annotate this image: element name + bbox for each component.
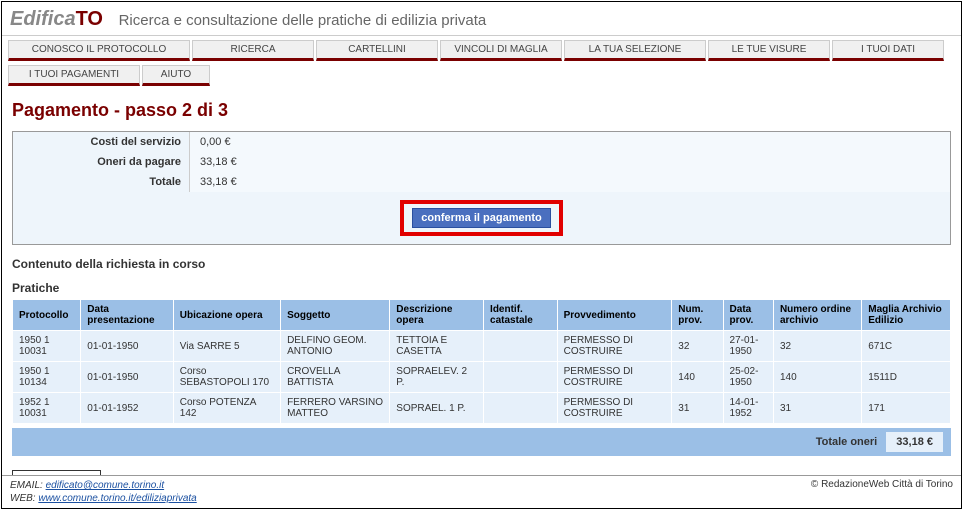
header: EdificaTO Ricerca e consultazione delle … bbox=[2, 2, 961, 36]
table-cell: 671C bbox=[862, 331, 951, 362]
total-row: Totale oneri 33,18 € bbox=[12, 428, 951, 456]
th-ubicazione: Ubicazione opera bbox=[173, 300, 280, 331]
th-dataprov: Data prov. bbox=[723, 300, 773, 331]
th-maglia: Maglia Archivio Edilizio bbox=[862, 300, 951, 331]
table-cell: 31 bbox=[773, 393, 861, 424]
cost-value-oneri: 33,18 € bbox=[190, 152, 951, 172]
table-cell: Corso POTENZA 142 bbox=[173, 393, 280, 424]
menu-cartellini[interactable]: CARTELLINI bbox=[316, 40, 438, 61]
table-cell: 27-01-1950 bbox=[723, 331, 773, 362]
table-cell: 01-01-1950 bbox=[81, 362, 173, 393]
table-cell: 32 bbox=[773, 331, 861, 362]
th-numarchivio: Numero ordine archivio bbox=[773, 300, 861, 331]
table-cell: 14-01-1952 bbox=[723, 393, 773, 424]
table-cell: Via SARRE 5 bbox=[173, 331, 280, 362]
th-catastale: Identif. catastale bbox=[484, 300, 558, 331]
pratiche-table: Protocollo Data presentazione Ubicazione… bbox=[12, 299, 951, 424]
th-descrizione: Descrizione opera bbox=[390, 300, 484, 331]
logo-grey: Edifica bbox=[10, 8, 76, 30]
th-data: Data presentazione bbox=[81, 300, 173, 331]
th-numprov: Num. prov. bbox=[672, 300, 723, 331]
footer-web-label: WEB: bbox=[10, 493, 36, 504]
footer-email-link[interactable]: edificato@comune.torino.it bbox=[46, 480, 165, 491]
table-cell: SOPRAEL. 1 P. bbox=[390, 393, 484, 424]
table-cell bbox=[484, 331, 558, 362]
table-cell: 140 bbox=[672, 362, 723, 393]
menu-dati[interactable]: I TUOI DATI bbox=[832, 40, 944, 61]
total-label: Totale oneri bbox=[816, 436, 878, 448]
th-soggetto: Soggetto bbox=[281, 300, 390, 331]
table-cell: FERRERO VARSINO MATTEO bbox=[281, 393, 390, 424]
footer-email-label: EMAIL: bbox=[10, 480, 43, 491]
table-cell: DELFINO GEOM. ANTONIO bbox=[281, 331, 390, 362]
logo: EdificaTO bbox=[10, 8, 109, 30]
menu-ricerca[interactable]: RICERCA bbox=[192, 40, 314, 61]
th-provvedimento: Provvedimento bbox=[557, 300, 672, 331]
header-subtitle: Ricerca e consultazione delle pratiche d… bbox=[119, 12, 487, 29]
cost-value-totale: 33,18 € bbox=[190, 172, 951, 192]
logo-red: TO bbox=[76, 8, 103, 30]
table-cell: 25-02-1950 bbox=[723, 362, 773, 393]
table-cell: 1952 1 10031 bbox=[13, 393, 81, 424]
confirm-highlight: conferma il pagamento bbox=[400, 200, 562, 236]
pratiche-heading: Pratiche bbox=[12, 281, 951, 295]
table-cell: PERMESSO DI COSTRUIRE bbox=[557, 362, 672, 393]
table-cell: 32 bbox=[672, 331, 723, 362]
table-cell: 31 bbox=[672, 393, 723, 424]
menu-aiuto[interactable]: AIUTO bbox=[142, 65, 210, 86]
table-cell bbox=[484, 362, 558, 393]
table-row: 1950 1 1003101-01-1950Via SARRE 5DELFINO… bbox=[13, 331, 951, 362]
table-cell: SOPRAELEV. 2 P. bbox=[390, 362, 484, 393]
menu-selezione[interactable]: LA TUA SELEZIONE bbox=[564, 40, 706, 61]
footer-web-link[interactable]: www.comune.torino.it/ediliziaprivata bbox=[38, 493, 196, 504]
page-title: Pagamento - passo 2 di 3 bbox=[12, 100, 951, 121]
table-cell: 140 bbox=[773, 362, 861, 393]
footer-credits: © RedazioneWeb Città di Torino bbox=[811, 479, 953, 505]
confirm-payment-button[interactable]: conferma il pagamento bbox=[412, 208, 550, 228]
table-header-row: Protocollo Data presentazione Ubicazione… bbox=[13, 300, 951, 331]
cost-label-oneri: Oneri da pagare bbox=[13, 152, 190, 172]
menu-vincoli[interactable]: VINCOLI DI MAGLIA bbox=[440, 40, 562, 61]
table-cell: 01-01-1950 bbox=[81, 331, 173, 362]
table-cell: PERMESSO DI COSTRUIRE bbox=[557, 393, 672, 424]
menu-visure[interactable]: LE TUE VISURE bbox=[708, 40, 830, 61]
menu-protocollo[interactable]: CONOSCO IL PROTOCOLLO bbox=[8, 40, 190, 61]
cost-label-totale: Totale bbox=[13, 172, 190, 192]
th-protocollo: Protocollo bbox=[13, 300, 81, 331]
table-cell: CROVELLA BATTISTA bbox=[281, 362, 390, 393]
main-menu: CONOSCO IL PROTOCOLLO RICERCA CARTELLINI… bbox=[2, 36, 961, 88]
footer: EMAIL: edificato@comune.torino.it WEB: w… bbox=[2, 475, 961, 508]
table-cell: TETTOIA E CASETTA bbox=[390, 331, 484, 362]
table-cell: 1950 1 10134 bbox=[13, 362, 81, 393]
table-cell: 01-01-1952 bbox=[81, 393, 173, 424]
total-value: 33,18 € bbox=[886, 432, 943, 452]
table-cell: 171 bbox=[862, 393, 951, 424]
menu-pagamenti[interactable]: I TUOI PAGAMENTI bbox=[8, 65, 140, 86]
table-cell: PERMESSO DI COSTRUIRE bbox=[557, 331, 672, 362]
table-cell: Corso SEBASTOPOLI 170 bbox=[173, 362, 280, 393]
table-cell: 1511D bbox=[862, 362, 951, 393]
cost-label-servizio: Costi del servizio bbox=[13, 132, 190, 152]
table-cell bbox=[484, 393, 558, 424]
content-heading: Contenuto della richiesta in corso bbox=[12, 257, 951, 271]
table-row: 1952 1 1003101-01-1952Corso POTENZA 142F… bbox=[13, 393, 951, 424]
cost-box: Costi del servizio 0,00 € Oneri da pagar… bbox=[12, 131, 951, 245]
table-row: 1950 1 1013401-01-1950Corso SEBASTOPOLI … bbox=[13, 362, 951, 393]
table-cell: 1950 1 10031 bbox=[13, 331, 81, 362]
cost-value-servizio: 0,00 € bbox=[190, 132, 951, 152]
